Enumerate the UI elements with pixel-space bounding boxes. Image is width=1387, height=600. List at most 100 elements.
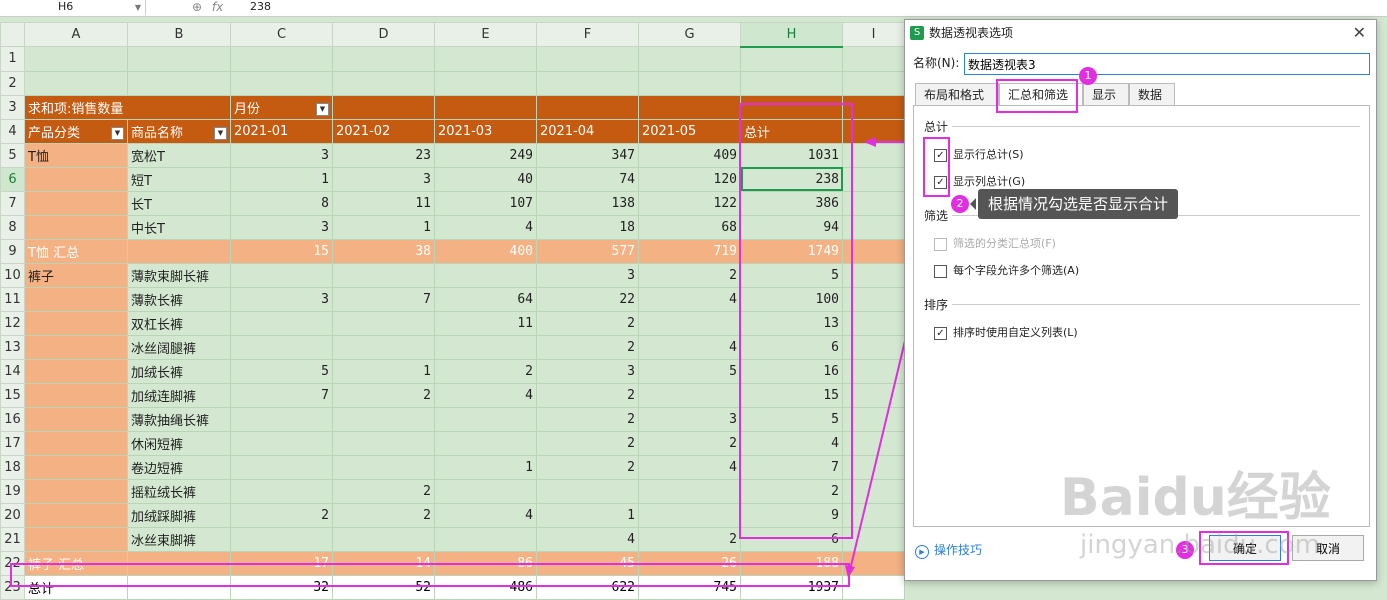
- value-cell[interactable]: [332, 334, 435, 360]
- value-cell[interactable]: 2: [638, 526, 741, 552]
- value-cell[interactable]: [638, 382, 741, 408]
- cell[interactable]: [842, 478, 905, 504]
- cell[interactable]: [230, 46, 333, 72]
- product-cell[interactable]: 加绒长裤: [127, 358, 231, 384]
- value-cell[interactable]: [638, 502, 741, 528]
- value-cell[interactable]: 400: [434, 238, 537, 264]
- row-header-22[interactable]: 22: [0, 550, 25, 576]
- row-header-20[interactable]: 20: [0, 502, 25, 528]
- cell[interactable]: [536, 94, 639, 120]
- product-cell[interactable]: 摇粒绒长裤: [127, 478, 231, 504]
- value-cell[interactable]: 15: [230, 238, 333, 264]
- filter-dropdown-icon[interactable]: ▼: [316, 102, 329, 116]
- column-header-f[interactable]: F: [536, 22, 639, 47]
- row-header-18[interactable]: 18: [0, 454, 25, 480]
- row-total-cell[interactable]: 4: [740, 430, 843, 456]
- cell[interactable]: [638, 94, 741, 120]
- cell[interactable]: [740, 46, 843, 72]
- value-cell[interactable]: 68: [638, 214, 741, 240]
- formula-input[interactable]: 238: [250, 0, 271, 14]
- column-header-d[interactable]: D: [332, 22, 435, 47]
- value-cell[interactable]: [434, 430, 537, 456]
- row-total-cell[interactable]: 100: [740, 286, 843, 312]
- value-cell[interactable]: [332, 526, 435, 552]
- value-cell[interactable]: [230, 454, 333, 480]
- category-field-header[interactable]: 产品分类 ▼: [24, 118, 128, 144]
- value-cell[interactable]: 719: [638, 238, 741, 264]
- row-header-6[interactable]: 6: [0, 166, 25, 192]
- column-header-e[interactable]: E: [434, 22, 537, 47]
- cell[interactable]: [842, 574, 905, 600]
- checkbox-checked-icon[interactable]: ✓: [934, 175, 947, 189]
- multiple-filters-option[interactable]: 每个字段允许多个筛选(A): [934, 262, 1079, 278]
- value-cell[interactable]: 409: [638, 142, 741, 168]
- value-cell[interactable]: [434, 478, 537, 504]
- row-total-cell[interactable]: 16: [740, 358, 843, 384]
- month-column-header[interactable]: 2021-03: [434, 118, 537, 144]
- value-cell[interactable]: 1: [332, 358, 435, 384]
- cell[interactable]: [842, 502, 905, 528]
- cell[interactable]: [740, 70, 843, 96]
- value-cell[interactable]: [434, 406, 537, 432]
- row-total-cell[interactable]: 9: [740, 502, 843, 528]
- value-cell[interactable]: [332, 262, 435, 288]
- checkbox-icon[interactable]: [934, 264, 947, 278]
- value-cell[interactable]: [536, 478, 639, 504]
- product-cell[interactable]: 长T: [127, 190, 231, 216]
- fx-icon[interactable]: fx: [212, 0, 223, 14]
- cell[interactable]: [24, 70, 128, 96]
- chevron-down-icon[interactable]: ▼: [135, 1, 141, 15]
- value-cell[interactable]: 2: [536, 382, 639, 408]
- value-cell[interactable]: 249: [434, 142, 537, 168]
- cell[interactable]: [842, 142, 905, 168]
- product-cell[interactable]: [127, 574, 231, 600]
- category-cell[interactable]: [24, 382, 128, 408]
- value-cell[interactable]: 4: [536, 526, 639, 552]
- row-total-cell[interactable]: 13: [740, 310, 843, 336]
- value-cell[interactable]: [230, 430, 333, 456]
- value-cell[interactable]: 26: [638, 550, 741, 576]
- row-header-5[interactable]: 5: [0, 142, 25, 168]
- month-column-header[interactable]: 2021-02: [332, 118, 435, 144]
- tips-link[interactable]: ▶ 操作技巧: [915, 541, 982, 559]
- product-cell[interactable]: 薄款长裤: [127, 286, 231, 312]
- cell[interactable]: [434, 94, 537, 120]
- value-cell[interactable]: 4: [434, 214, 537, 240]
- value-cell[interactable]: 11: [332, 190, 435, 216]
- category-cell[interactable]: [24, 334, 128, 360]
- cell[interactable]: [332, 94, 435, 120]
- value-cell[interactable]: 7: [230, 382, 333, 408]
- row-header-14[interactable]: 14: [0, 358, 25, 384]
- cell[interactable]: [842, 358, 905, 384]
- value-cell[interactable]: [434, 262, 537, 288]
- row-total-cell[interactable]: 5: [740, 406, 843, 432]
- cell[interactable]: [842, 310, 905, 336]
- show-row-totals-option[interactable]: ✓ 显示行总计(S): [934, 146, 1024, 162]
- close-icon[interactable]: ✕: [1353, 20, 1366, 46]
- value-cell[interactable]: 1: [434, 454, 537, 480]
- value-cell[interactable]: 3: [332, 166, 435, 192]
- tab-totals-filters[interactable]: 汇总和筛选: [999, 83, 1083, 106]
- cell[interactable]: [842, 526, 905, 552]
- value-cell[interactable]: 2: [536, 454, 639, 480]
- product-cell[interactable]: 薄款抽绳长裤: [127, 406, 231, 432]
- product-cell[interactable]: [127, 238, 231, 264]
- category-cell[interactable]: [24, 454, 128, 480]
- product-cell[interactable]: 加绒连脚裤: [127, 382, 231, 408]
- pivot-name-input[interactable]: [964, 53, 1370, 75]
- row-header-4[interactable]: 4: [0, 118, 25, 144]
- value-cell[interactable]: 3: [536, 262, 639, 288]
- value-cell[interactable]: [230, 334, 333, 360]
- value-cell[interactable]: 3: [230, 214, 333, 240]
- value-cell[interactable]: 2: [230, 502, 333, 528]
- value-cell[interactable]: [230, 478, 333, 504]
- column-header-c[interactable]: C: [230, 22, 333, 47]
- value-cell[interactable]: 5: [230, 358, 333, 384]
- category-cell[interactable]: [24, 286, 128, 312]
- value-cell[interactable]: 18: [536, 214, 639, 240]
- cell[interactable]: [842, 430, 905, 456]
- value-cell[interactable]: 2: [536, 310, 639, 336]
- category-cell[interactable]: 总计: [24, 574, 128, 600]
- row-total-cell[interactable]: 1031: [740, 142, 843, 168]
- row-total-cell[interactable]: 1937: [740, 574, 843, 600]
